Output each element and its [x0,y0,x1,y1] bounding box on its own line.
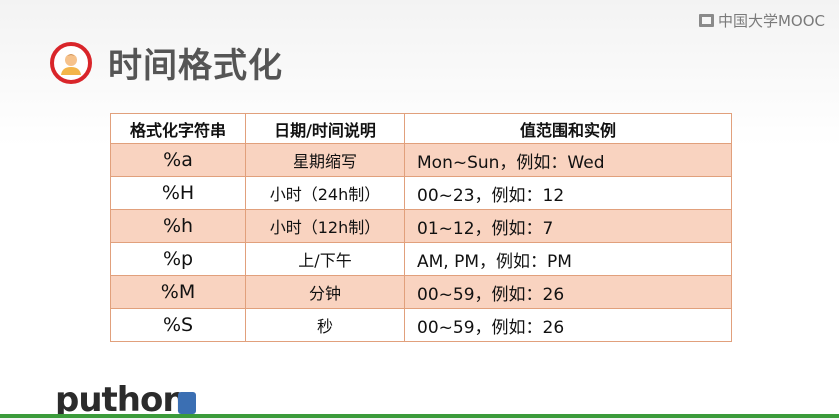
table-row: %S 秒 00~59，例如：26 [110,308,732,342]
format-code: %S [110,308,246,342]
table-row: %M 分钟 00~59，例如：26 [110,275,732,309]
table-row: %H 小时（24h制） 00~23，例如：12 [110,176,732,210]
table-header-row: 格式化字符串 日期/时间说明 值范围和实例 [110,113,732,144]
format-code: %M [110,275,246,309]
watermark-text: 中国大学MOOC [717,12,825,30]
format-code: %h [110,209,246,243]
format-code: %p [110,242,246,276]
format-example: 00~59，例如：26 [404,275,732,309]
mooc-logo-icon [698,14,714,27]
format-example: 00~23，例如：12 [404,176,732,210]
format-example: Mon~Sun，例如：Wed [404,143,732,177]
table-row: %h 小时（12h制） 01~12，例如：7 [110,209,732,243]
format-table: 格式化字符串 日期/时间说明 值范围和实例 %a 星期缩写 Mon~Sun，例如… [110,113,732,342]
format-description: 星期缩写 [245,143,405,177]
format-example: 01~12，例如：7 [404,209,732,243]
format-example: AM, PM，例如：PM [404,242,732,276]
python-mark-icon [178,392,196,414]
mooc-watermark: 中国大学MOOC [698,10,825,31]
page-title: 时间格式化 [108,46,283,86]
header-format-string: 格式化字符串 [110,113,246,144]
format-code: %a [110,143,246,177]
python-logo: puthon [55,380,187,420]
format-description: 秒 [245,308,405,342]
format-description: 小时（24h制） [245,176,405,210]
table-row: %a 星期缩写 Mon~Sun，例如：Wed [110,143,732,177]
format-description: 小时（12h制） [245,209,405,243]
person-avatar-icon [50,41,92,84]
header-description: 日期/时间说明 [245,113,405,144]
bottom-bar [0,414,839,418]
format-description: 上/下午 [245,242,405,276]
format-example: 00~59，例如：26 [404,308,732,342]
format-description: 分钟 [245,275,405,309]
table-row: %p 上/下午 AM, PM，例如：PM [110,242,732,276]
slide-header: 时间格式化 [50,38,283,87]
format-code: %H [110,176,246,210]
header-value-range: 值范围和实例 [404,113,732,144]
